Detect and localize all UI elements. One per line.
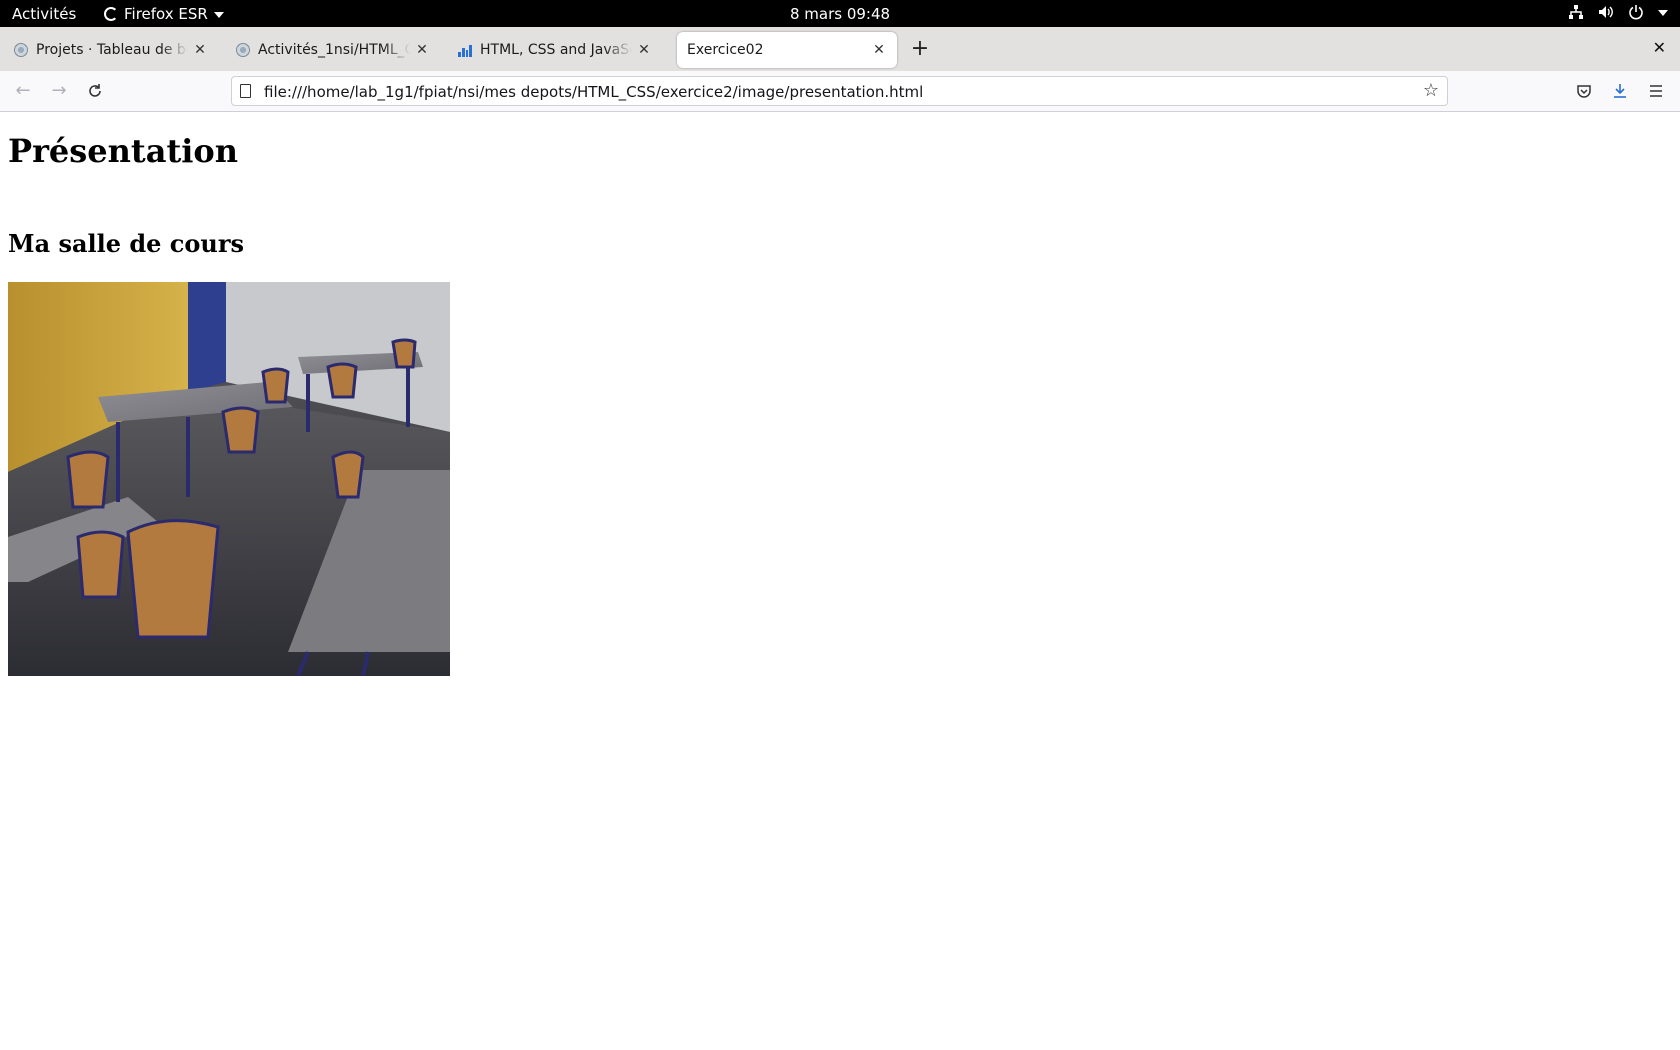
classroom-photo (8, 282, 450, 676)
network-icon (1569, 5, 1583, 19)
hamburger-menu-icon (1650, 85, 1662, 97)
tab-html-css-js[interactable]: HTML, CSS and JavaScript ✕ (448, 32, 662, 68)
power-icon (1629, 5, 1643, 20)
page-title: Présentation (8, 132, 238, 170)
tab-label: Exercice02 (687, 42, 764, 58)
close-window-button[interactable]: ✕ (1653, 38, 1666, 57)
new-tab-button[interactable]: + (908, 38, 932, 60)
page-content: Présentation Ma salle de cours (0, 112, 1680, 1050)
tab-exercice02[interactable]: Exercice02 ✕ (677, 32, 897, 68)
tab-activites[interactable]: Activités_1nsi/HTML_CSS ✕ (226, 32, 440, 68)
close-icon[interactable]: ✕ (192, 42, 208, 58)
section-title: Ma salle de cours (8, 229, 245, 258)
bookmark-star-icon[interactable]: ☆ (1423, 80, 1439, 101)
volume-icon (1599, 6, 1613, 18)
pocket-button[interactable] (1572, 79, 1596, 103)
classroom-illustration (8, 282, 450, 676)
chart-icon (458, 43, 472, 57)
close-icon[interactable]: ✕ (871, 42, 887, 58)
close-icon[interactable]: ✕ (636, 42, 652, 58)
back-button[interactable]: ← (11, 79, 35, 103)
system-top-bar: Activités Firefox ESR 8 mars 09:48 (0, 0, 1680, 27)
gitlab-icon (236, 43, 250, 57)
download-icon (1614, 84, 1626, 98)
gitlab-icon (14, 43, 28, 57)
forward-button[interactable]: → (47, 79, 71, 103)
downloads-button[interactable] (1608, 79, 1632, 103)
system-tray[interactable] (1568, 4, 1668, 20)
clock[interactable]: 8 mars 09:48 (0, 5, 1680, 23)
tab-label: HTML, CSS and JavaScript (480, 42, 632, 58)
tab-label: Activités_1nsi/HTML_CSS (258, 42, 410, 58)
page-icon (240, 84, 251, 98)
navigation-bar: ← → file:///home/lab_1g1/fpiat/nsi/mes d… (0, 71, 1680, 112)
reload-button[interactable] (83, 79, 107, 103)
tab-label: Projets · Tableau de bord (36, 42, 188, 58)
url-bar[interactable]: file:///home/lab_1g1/fpiat/nsi/mes depot… (231, 76, 1448, 106)
reload-icon (89, 84, 101, 97)
tab-projets[interactable]: Projets · Tableau de bord ✕ (4, 32, 218, 68)
url-text[interactable]: file:///home/lab_1g1/fpiat/nsi/mes depot… (264, 83, 923, 101)
caret-down-icon (1658, 10, 1668, 16)
close-icon[interactable]: ✕ (414, 42, 430, 58)
pocket-icon (1577, 85, 1591, 98)
tab-strip: Projets · Tableau de bord ✕ Activités_1n… (0, 27, 1680, 72)
menu-button[interactable] (1644, 79, 1668, 103)
